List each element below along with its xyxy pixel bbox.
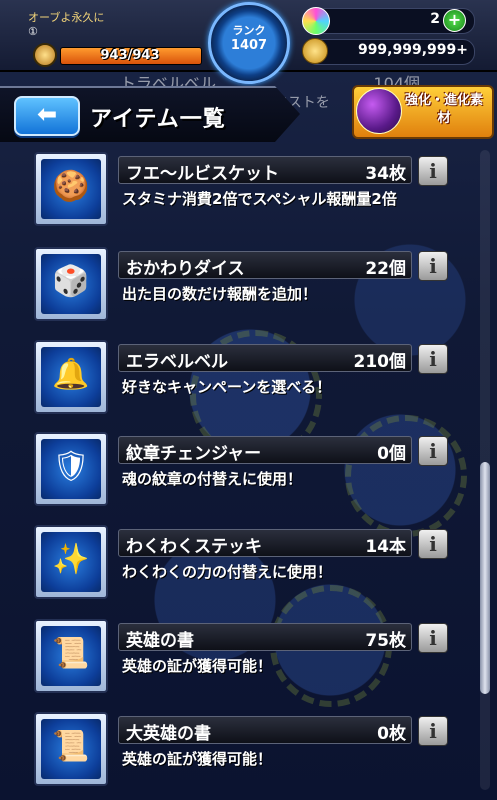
wand-icon: ✨	[52, 542, 90, 577]
item-name: 大英雄の書	[126, 724, 211, 744]
list-item[interactable]: 🍪 フエ〜ルビスケット 34枚 スタミナ消費2倍でスペシャル報酬量2倍 i	[0, 150, 497, 240]
item-info-button[interactable]: i	[418, 529, 448, 559]
item-info-button[interactable]: i	[418, 716, 448, 746]
item-count: 34枚	[365, 164, 406, 184]
great-hero-scroll-icon: 📜	[52, 729, 90, 764]
list-item[interactable]: ✨ わくわくステッキ 14本 わくわくの力の付替えに使用！ i	[0, 523, 497, 613]
item-name: フエ〜ルビスケット	[126, 164, 279, 184]
list-item[interactable]: 🎲 おかわりダイス 22個 出た目の数だけ報酬を追加！ i	[0, 245, 497, 335]
page-title: アイテム一覧	[90, 107, 226, 132]
list-item[interactable]: 🔔 エラベルベル 210個 好きなキャンペーンを選べる！ i	[0, 338, 497, 428]
dice-icon: 🎲	[52, 264, 90, 299]
stamina-text: 943/943	[100, 48, 160, 63]
player-name: オーブよ永久に	[28, 11, 105, 24]
player-level-badge: ①	[28, 25, 38, 38]
item-description: 魂の紋章の付替えに使用！	[122, 470, 303, 488]
item-description: わくわくの力の付替えに使用！	[122, 563, 333, 581]
hero-scroll-icon: 📜	[52, 636, 90, 671]
rank-value: 1407	[230, 38, 268, 53]
back-arrow-icon: ⬅	[36, 100, 58, 128]
scrollbar-thumb[interactable]	[480, 462, 490, 694]
item-info-button[interactable]: i	[418, 436, 448, 466]
stamina-icon	[33, 43, 57, 67]
item-count: 75枚	[365, 631, 406, 651]
item-description: 出た目の数だけ報酬を追加！	[122, 285, 318, 303]
item-count: 210個	[353, 352, 407, 372]
item-description: 英雄の証が獲得可能！	[122, 657, 273, 675]
item-count: 14本	[365, 537, 406, 557]
item-name: 英雄の書	[126, 631, 194, 651]
list-item[interactable]: 🛡 紋章チェンジャー 0個 魂の紋章の付替えに使用！ i	[0, 430, 497, 520]
orb-count: 2	[430, 11, 440, 27]
gold-count: 999,999,999+	[357, 42, 468, 58]
evolve-materials-icon	[356, 88, 402, 134]
gold-coin-icon	[302, 38, 328, 64]
back-button[interactable]: ⬅	[14, 96, 80, 136]
list-item[interactable]: 📜 英雄の書 75枚 英雄の証が獲得可能！ i	[0, 617, 497, 707]
item-name: わくわくステッキ	[126, 537, 262, 557]
orb-icon	[302, 7, 330, 35]
item-info-button[interactable]: i	[418, 156, 448, 186]
item-info-button[interactable]: i	[418, 251, 448, 281]
rank-label: ランク	[232, 24, 266, 37]
item-info-button[interactable]: i	[418, 344, 448, 374]
item-count: 22個	[365, 259, 406, 279]
item-count: 0枚	[377, 724, 406, 744]
item-description: 英雄の証が獲得可能！	[122, 750, 273, 768]
item-description: スタミナ消費2倍でスペシャル報酬量2倍	[122, 190, 397, 208]
item-name: エラベルベル	[126, 352, 228, 372]
biscuit-icon: 🍪	[52, 169, 90, 204]
item-description: 好きなキャンペーンを選べる！	[122, 378, 332, 396]
crest-changer-icon: 🛡	[51, 449, 91, 484]
list-item[interactable]: 📜 大英雄の書 0枚 英雄の証が獲得可能！ i	[0, 710, 497, 800]
item-name: 紋章チェンジャー	[126, 444, 262, 464]
item-info-button[interactable]: i	[418, 623, 448, 653]
enhance-evolve-label: 強化・進化素材	[404, 93, 483, 126]
item-count: 0個	[377, 444, 406, 464]
item-name: おかわりダイス	[126, 259, 245, 279]
bell-icon: 🔔	[52, 357, 90, 392]
buy-orbs-button[interactable]: +	[443, 9, 466, 32]
